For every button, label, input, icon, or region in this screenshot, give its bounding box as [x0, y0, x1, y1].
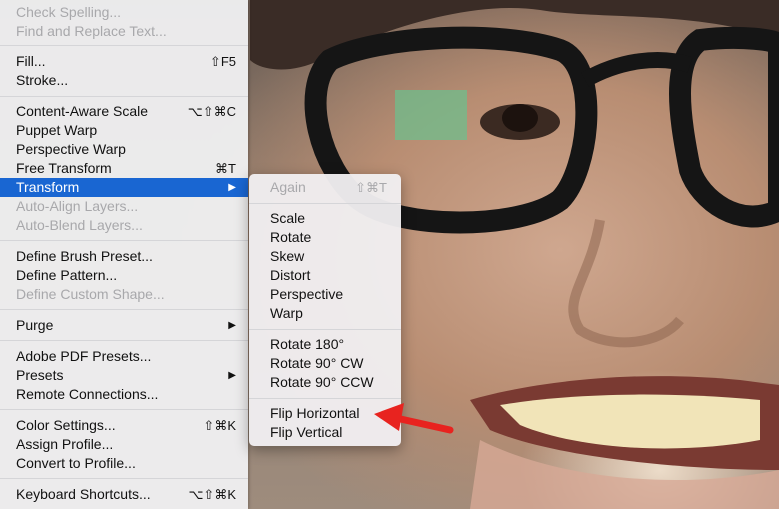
menu-item-color-settings[interactable]: Color Settings... ⇧⌘K [0, 416, 248, 435]
menu-item-presets[interactable]: Presets ▶ [0, 366, 248, 385]
submenu-item-scale[interactable]: Scale [249, 209, 401, 228]
menu-item-label: Convert to Profile... [16, 455, 136, 471]
menu-item-shortcut: ⇧⌘T [355, 180, 387, 195]
menu-item-label: Content-Aware Scale [16, 103, 149, 119]
submenu-item-again: Again ⇧⌘T [249, 178, 401, 197]
menu-item-label: Warp [270, 305, 303, 321]
submenu-item-rotate-90-ccw[interactable]: Rotate 90° CCW [249, 373, 401, 392]
menu-item-auto-align-layers: Auto-Align Layers... [0, 197, 248, 216]
submenu-arrow-icon: ▶ [228, 320, 236, 331]
menu-item-free-transform[interactable]: Free Transform ⌘T [0, 159, 248, 178]
menu-item-remote-connections[interactable]: Remote Connections... [0, 385, 248, 404]
menu-item-keyboard-shortcuts[interactable]: Keyboard Shortcuts... ⌥⇧⌘K [0, 485, 248, 504]
menu-separator [0, 96, 248, 97]
menu-item-adobe-pdf-presets[interactable]: Adobe PDF Presets... [0, 347, 248, 366]
menu-separator [0, 340, 248, 341]
menu-item-label: Perspective Warp [16, 141, 126, 157]
menu-item-define-custom-shape: Define Custom Shape... [0, 285, 248, 304]
menu-item-label: Define Custom Shape... [16, 286, 165, 302]
menu-item-puppet-warp[interactable]: Puppet Warp [0, 121, 248, 140]
menu-item-label: Flip Horizontal [270, 405, 360, 421]
submenu-item-rotate[interactable]: Rotate [249, 228, 401, 247]
menu-item-label: Keyboard Shortcuts... [16, 486, 151, 502]
menu-item-shortcut: ⇧F5 [209, 54, 236, 69]
submenu-item-distort[interactable]: Distort [249, 266, 401, 285]
menu-separator [0, 240, 248, 241]
menu-separator [0, 478, 248, 479]
menu-item-shortcut: ⌥⇧⌘K [188, 487, 236, 502]
menu-item-label: Stroke... [16, 72, 69, 88]
menu-item-label: Rotate 90° CCW [270, 374, 374, 390]
menu-separator [0, 45, 248, 46]
menu-item-label: Rotate 180° [270, 336, 345, 352]
menu-item-auto-blend-layers: Auto-Blend Layers... [0, 216, 248, 235]
menu-item-label: Puppet Warp [16, 122, 98, 138]
submenu-item-rotate-180[interactable]: Rotate 180° [249, 335, 401, 354]
submenu-item-warp[interactable]: Warp [249, 304, 401, 323]
menu-item-define-brush-preset[interactable]: Define Brush Preset... [0, 247, 248, 266]
menu-item-label: Free Transform [16, 160, 112, 176]
menu-item-label: Define Pattern... [16, 267, 118, 283]
menu-item-assign-profile[interactable]: Assign Profile... [0, 435, 248, 454]
menu-separator [0, 309, 248, 310]
menu-item-label: Color Settings... [16, 417, 116, 433]
menu-item-stroke[interactable]: Stroke... [0, 71, 248, 90]
menu-item-perspective-warp[interactable]: Perspective Warp [0, 140, 248, 159]
menu-item-label: Rotate 90° CW [270, 355, 364, 371]
menu-item-shortcut: ⇧⌘K [203, 418, 236, 433]
menu-item-check-spelling: Check Spelling... [0, 3, 248, 22]
menu-item-purge[interactable]: Purge ▶ [0, 316, 248, 335]
menu-item-label: Auto-Blend Layers... [16, 217, 143, 233]
menu-item-label: Check Spelling... [16, 4, 122, 20]
menu-item-label: Fill... [16, 53, 46, 69]
menu-item-label: Flip Vertical [270, 424, 343, 440]
menu-item-label: Purge [16, 317, 54, 333]
menu-item-label: Define Brush Preset... [16, 248, 153, 264]
menu-separator [249, 203, 401, 204]
menu-item-convert-to-profile[interactable]: Convert to Profile... [0, 454, 248, 473]
menu-item-label: Assign Profile... [16, 436, 114, 452]
submenu-arrow-icon: ▶ [228, 182, 236, 193]
submenu-item-rotate-90-cw[interactable]: Rotate 90° CW [249, 354, 401, 373]
menu-item-label: Scale [270, 210, 306, 226]
menu-item-label: Rotate [270, 229, 312, 245]
menu-item-fill[interactable]: Fill... ⇧F5 [0, 52, 248, 71]
submenu-arrow-icon: ▶ [228, 370, 236, 381]
red-arrow-annotation-icon [374, 403, 454, 434]
submenu-item-skew[interactable]: Skew [249, 247, 401, 266]
menu-item-shortcut: ⌘T [215, 161, 236, 176]
menu-separator [0, 409, 248, 410]
menu-item-find-replace-text: Find and Replace Text... [0, 22, 248, 41]
menu-item-label: Find and Replace Text... [16, 23, 167, 39]
menu-item-content-aware-scale[interactable]: Content-Aware Scale ⌥⇧⌘C [0, 102, 248, 121]
menu-item-label: Adobe PDF Presets... [16, 348, 152, 364]
menu-item-label: Perspective [270, 286, 344, 302]
menu-separator [249, 329, 401, 330]
menu-item-label: Again [270, 179, 306, 195]
menu-item-transform[interactable]: Transform ▶ [0, 178, 248, 197]
menu-item-label: Transform [16, 179, 80, 195]
submenu-item-perspective[interactable]: Perspective [249, 285, 401, 304]
menu-item-label: Auto-Align Layers... [16, 198, 139, 214]
menu-separator [249, 398, 401, 399]
menu-item-label: Presets [16, 367, 64, 383]
edit-menu: Check Spelling... Find and Replace Text.… [0, 0, 248, 509]
menu-item-label: Skew [270, 248, 305, 264]
menu-item-label: Distort [270, 267, 311, 283]
menu-item-shortcut: ⌥⇧⌘C [187, 104, 236, 119]
menu-item-define-pattern[interactable]: Define Pattern... [0, 266, 248, 285]
menu-item-label: Remote Connections... [16, 386, 159, 402]
